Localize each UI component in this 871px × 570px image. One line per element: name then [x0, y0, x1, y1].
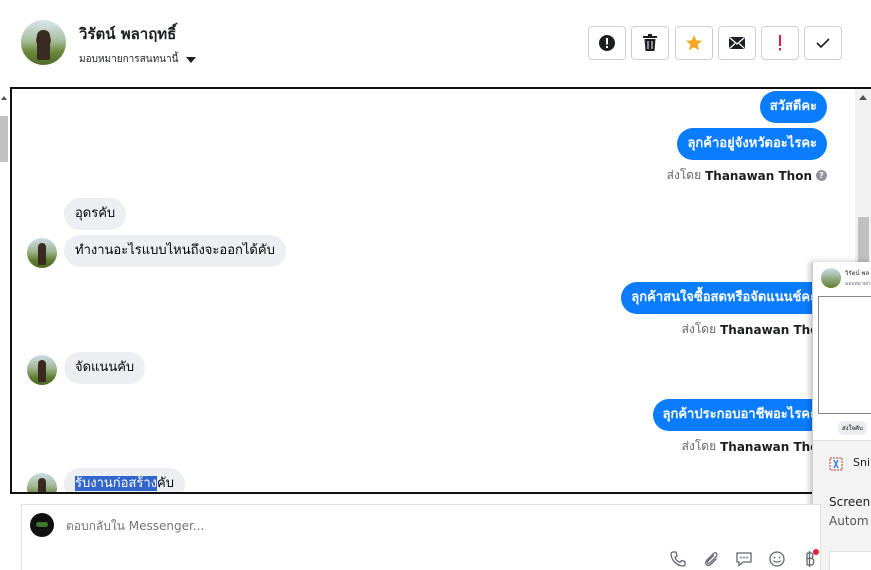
mark-important-button[interactable]: [761, 26, 799, 60]
outgoing-message[interactable]: ลุกค้าสนใจซื้อสดหรือจัดแนนช์คะ: [621, 282, 827, 314]
exclamation-icon: [779, 35, 781, 51]
contact-avatar-small[interactable]: [27, 473, 57, 492]
assign-conversation-dropdown[interactable]: มอบหมายการสนทนานี้: [79, 52, 197, 67]
emoji-icon[interactable]: [767, 549, 787, 569]
mini-message: ส่งใจคับ: [838, 421, 867, 435]
trash-icon: [643, 34, 657, 51]
sent-by-prefix: ส่งโดย: [666, 168, 702, 182]
mark-unread-button[interactable]: [718, 26, 756, 60]
sent-by-label: ส่งโดย Thanawan Thon: [682, 320, 827, 339]
notification-dot: [813, 549, 819, 555]
mini-contact-name: วิรัตน์ พล: [845, 270, 870, 277]
incoming-message[interactable]: จัดแนนคับ: [64, 352, 146, 384]
assign-label: มอบหมายการสนทนานี้: [79, 54, 179, 65]
outgoing-message[interactable]: สวัสดีคะ: [759, 91, 827, 123]
snip-thumbnail[interactable]: [829, 551, 871, 570]
phone-icon[interactable]: [668, 549, 688, 569]
sender-name: Thanawan Thon: [705, 168, 812, 183]
alert-circle-icon: [599, 35, 615, 51]
delete-button[interactable]: [631, 26, 669, 60]
sent-by-label: ส่งโดย Thanawan Thon ?: [667, 166, 827, 185]
mini-thread-preview: [818, 296, 871, 414]
outgoing-message[interactable]: ลุกค้าประกอบอาชีพอะไรคะ: [652, 399, 827, 431]
check-icon: [816, 38, 830, 49]
message-thread: สวัสดีคะ ลุกค้าอยู่จังหวัดอะไรคะ ส่งโดย …: [10, 87, 871, 494]
attachment-icon[interactable]: [701, 549, 721, 569]
contact-avatar-small[interactable]: [27, 238, 57, 268]
reply-input[interactable]: [66, 519, 466, 533]
snip-message-body: Autom: [829, 514, 869, 528]
mini-avatar: [821, 268, 841, 288]
composer-toolbar: [668, 549, 820, 569]
snip-message-title: Screen: [829, 495, 871, 509]
contact-avatar[interactable]: [21, 20, 66, 65]
sent-by-prefix: ส่งโดย: [681, 322, 717, 336]
page-avatar: [30, 513, 54, 537]
selected-text[interactable]: รับงานก่อสร้าง: [75, 476, 158, 491]
scroll-up-arrow-icon[interactable]: [859, 95, 867, 100]
sender-name: Thanawan Thon: [720, 439, 827, 454]
incoming-message[interactable]: อุดรคับ: [64, 198, 127, 230]
page-scrollbar[interactable]: [0, 88, 10, 178]
scroll-thumb[interactable]: [858, 217, 869, 263]
envelope-icon: [729, 36, 745, 49]
incoming-message[interactable]: ทำงานอะไรแบบไหนถึงจะออกได้คับ: [64, 235, 286, 267]
scroll-thumb[interactable]: [0, 116, 8, 162]
contact-avatar-small[interactable]: [27, 355, 57, 385]
sender-name: Thanawan Thon: [720, 322, 827, 337]
snip-toast[interactable]: Snip Screen Autom: [813, 440, 871, 570]
mini-assign-label: มอบหมายการ: [845, 281, 871, 287]
reply-composer: [21, 504, 821, 570]
spam-button[interactable]: [588, 26, 626, 60]
message-text: คับ: [157, 476, 174, 491]
star-icon: [686, 35, 702, 51]
incoming-message[interactable]: รับงานก่อสร้างคับ: [64, 468, 185, 492]
sent-by-prefix: ส่งโดย: [681, 439, 717, 453]
snip-app-title: Snip: [853, 456, 871, 469]
scroll-up-arrow-icon[interactable]: [1, 96, 7, 100]
mark-done-button[interactable]: [804, 26, 842, 60]
star-button[interactable]: [675, 26, 713, 60]
conversation-header: วิรัตน์ พลาฤทธิ์ มอบหมายการสนทนานี้: [0, 0, 871, 88]
outgoing-message[interactable]: ลุกค้าอยู่จังหวัดอะไรคะ: [677, 128, 827, 160]
scissors-icon: [829, 457, 843, 471]
help-icon[interactable]: ?: [816, 170, 827, 181]
saved-replies-icon[interactable]: [734, 549, 754, 569]
contact-name[interactable]: วิรัตน์ พลาฤทธิ์: [79, 22, 176, 46]
caret-down-icon: [186, 56, 197, 63]
sent-by-label: ส่งโดย Thanawan Thon: [682, 437, 827, 456]
